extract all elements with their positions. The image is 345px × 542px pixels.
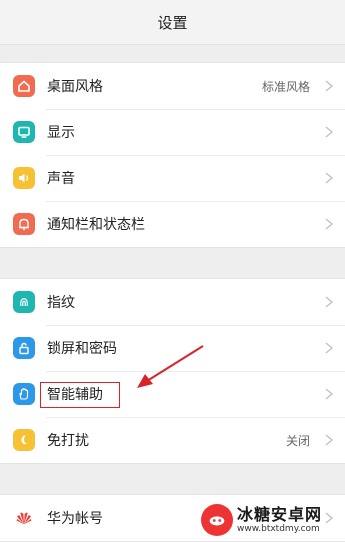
chevron-right-icon (325, 388, 333, 400)
annotation-arrow (137, 345, 204, 388)
chevron-right-icon (325, 218, 333, 230)
huawei-logo-icon (13, 507, 35, 529)
watermark-logo-icon (201, 504, 233, 536)
chevron-right-icon (325, 296, 333, 308)
settings-item-notification-bar[interactable]: 通知栏和状态栏 (0, 201, 345, 247)
settings-item-sound[interactable]: 声音 (0, 155, 345, 201)
settings-item-desktop-style[interactable]: 桌面风格 标准风格 (0, 63, 345, 109)
chevron-right-icon (325, 342, 333, 354)
settings-item-label: 声音 (47, 171, 75, 187)
settings-item-label: 锁屏和密码 (47, 341, 117, 357)
settings-item-label: 指纹 (47, 295, 75, 311)
watermark-url: www.btxtdmy.com (237, 523, 320, 534)
page-title: 设置 (157, 13, 188, 32)
settings-item-do-not-disturb[interactable]: 免打扰 关闭 (0, 417, 345, 463)
watermark-title: 冰糖安卓网 (237, 504, 323, 524)
bell-icon (13, 213, 35, 235)
chevron-right-icon (325, 126, 333, 138)
highlight-box (40, 382, 120, 408)
moon-icon (13, 429, 35, 451)
settings-item-value: 关闭 (285, 433, 310, 448)
top-bar: 设置 (0, 0, 345, 45)
watermark: 冰糖安卓网 www.btxtdmy.com (201, 500, 341, 540)
settings-group-display: 桌面风格 标准风格 显示 声音 通知栏和状态栏 (0, 62, 345, 248)
settings-item-label: 华为帐号 (47, 511, 103, 527)
chevron-right-icon (325, 80, 333, 92)
settings-item-label: 免打扰 (47, 433, 89, 449)
settings-item-fingerprint[interactable]: 指纹 (0, 279, 345, 325)
settings-item-value: 标准风格 (261, 79, 310, 94)
home-icon (13, 75, 35, 97)
settings-item-label: 通知栏和状态栏 (47, 217, 145, 233)
settings-item-label: 显示 (47, 125, 75, 141)
display-icon (13, 121, 35, 143)
hand-icon (13, 383, 35, 405)
speaker-icon (13, 167, 35, 189)
fingerprint-icon (13, 291, 35, 313)
chevron-right-icon (325, 172, 333, 184)
settings-item-label: 桌面风格 (47, 79, 103, 95)
lock-icon (13, 337, 35, 359)
settings-item-display[interactable]: 显示 (0, 109, 345, 155)
chevron-right-icon (325, 434, 333, 446)
